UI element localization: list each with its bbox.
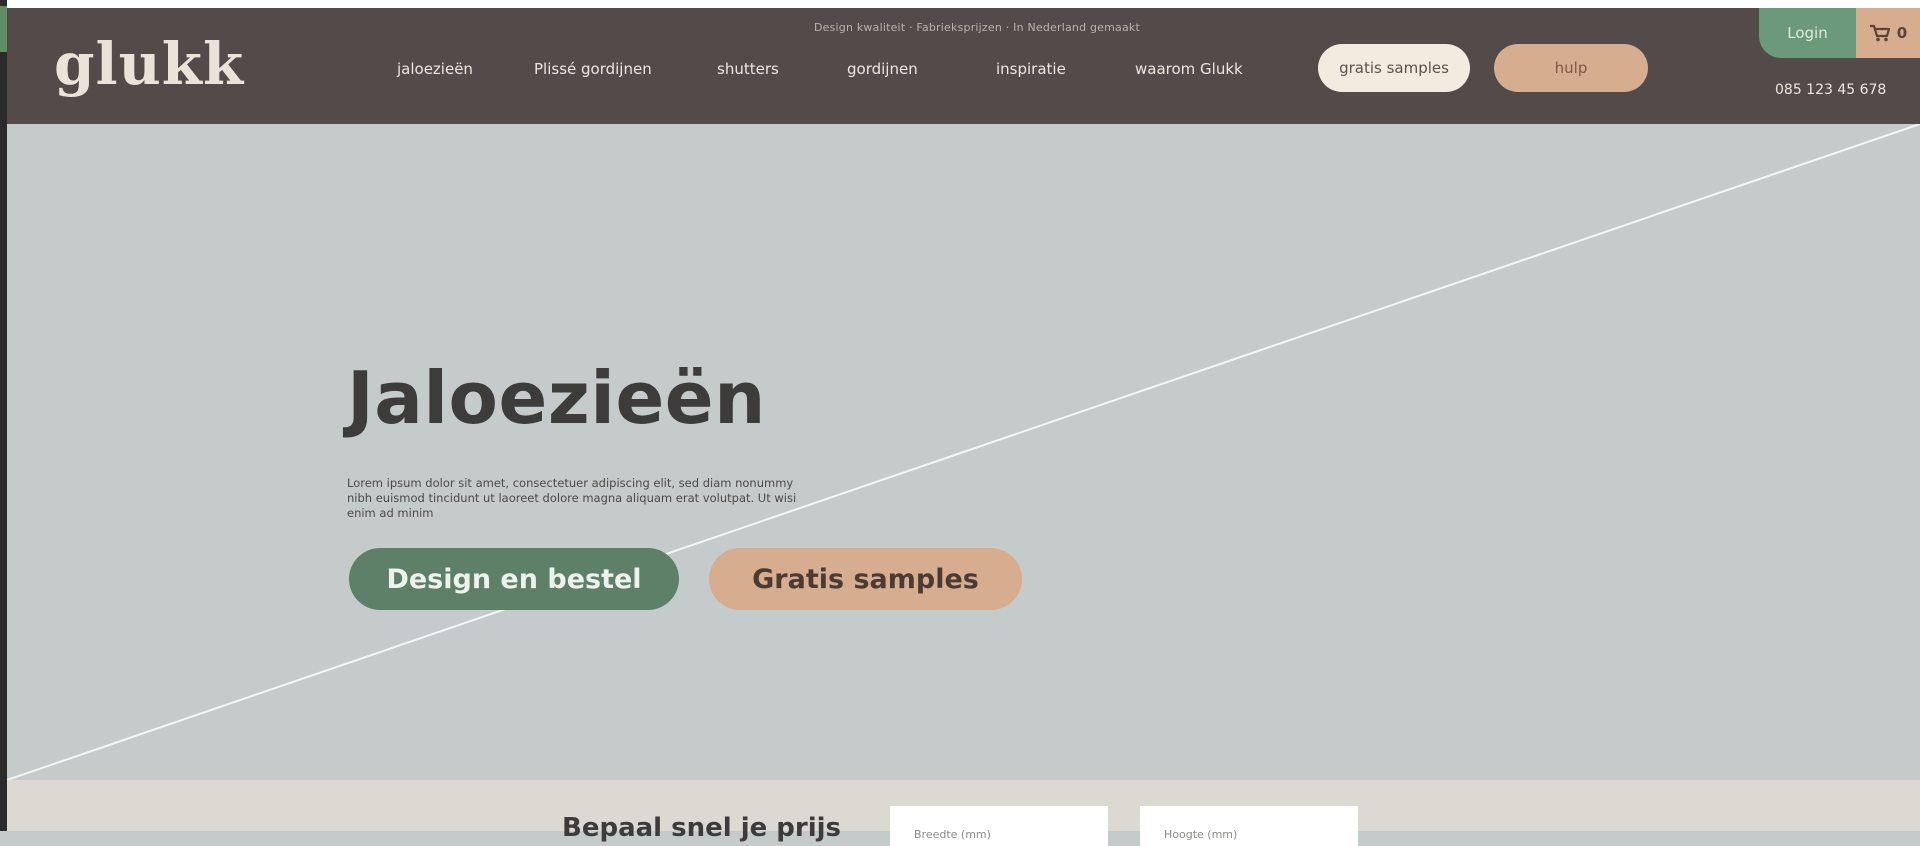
window-top-edge: [7, 0, 1920, 8]
gratis-samples-button[interactable]: gratis samples: [1318, 44, 1470, 92]
cart-count: 0: [1896, 24, 1908, 42]
site-header: glukk Design kwaliteit · Fabrieksprijzen…: [7, 8, 1920, 124]
glukk-logo[interactable]: glukk: [54, 30, 244, 98]
window-left-edge: [0, 0, 7, 831]
nav-gordijnen[interactable]: gordijnen: [847, 60, 918, 78]
nav-jaloezieen[interactable]: jaloezieën: [397, 60, 473, 78]
width-input[interactable]: [890, 806, 1108, 846]
price-title: Bepaal snel je prijs: [562, 813, 842, 843]
gratis-samples-cta-button[interactable]: Gratis samples: [709, 548, 1022, 610]
nav-plisse-gordijnen[interactable]: Plissé gordijnen: [534, 60, 652, 78]
design-en-bestel-button[interactable]: Design en bestel: [349, 548, 679, 610]
price-calculator-band: Bepaal snel je prijs: [7, 780, 1920, 846]
hero-diagonal-line: [7, 124, 1920, 780]
phone-number[interactable]: 085 123 45 678: [1775, 82, 1886, 98]
hero-section: Jaloezieën Lorem ipsum dolor sit amet, c…: [7, 124, 1920, 780]
height-input[interactable]: [1140, 806, 1358, 846]
hero-text: Lorem ipsum dolor sit amet, consectetuer…: [347, 476, 797, 520]
header-tagline: Design kwaliteit · Fabrieksprijzen · In …: [813, 21, 1140, 34]
nav-inspiratie[interactable]: inspiratie: [996, 60, 1066, 78]
login-button[interactable]: Login: [1759, 8, 1856, 58]
nav-shutters[interactable]: shutters: [717, 60, 779, 78]
window-edge-accent: [0, 6, 7, 52]
hero-title: Jaloezieën: [347, 356, 766, 440]
cart-icon: [1869, 24, 1891, 42]
cart-button[interactable]: 0: [1856, 8, 1920, 58]
hulp-button[interactable]: hulp: [1494, 44, 1648, 92]
nav-waarom-glukk[interactable]: waarom Glukk: [1135, 60, 1243, 78]
